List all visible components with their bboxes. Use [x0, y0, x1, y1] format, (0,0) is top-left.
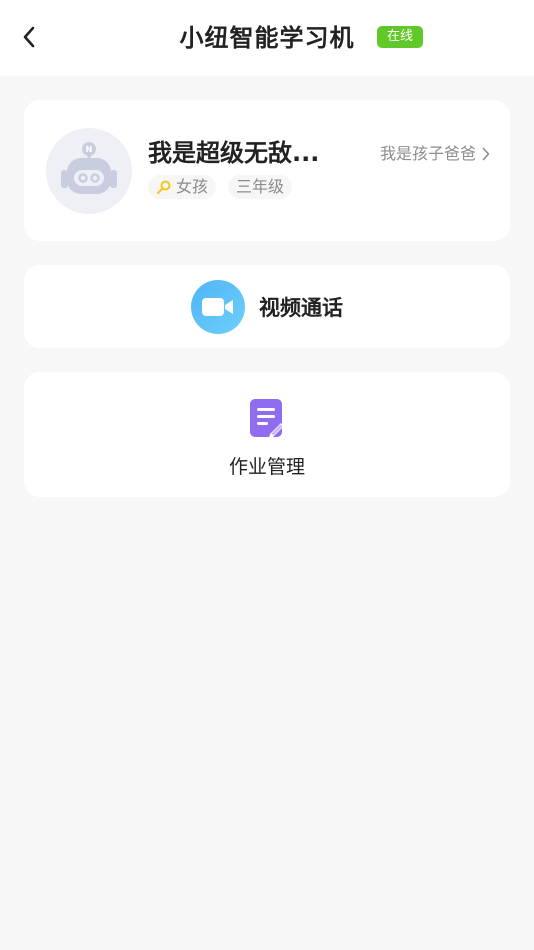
child-name: 我是超级无敌... — [148, 139, 320, 167]
grade-label: 三年级 — [236, 177, 285, 196]
child-profile-card[interactable]: N 我是超级无敌... 我是孩子爸爸 女孩 三年级 — [24, 100, 510, 241]
robot-icon: N — [61, 142, 117, 194]
homework-label: 作业管理 — [228, 456, 305, 478]
grade-tag: 三年级 — [228, 175, 293, 199]
top-bar: 小纽智能学习机 在线 — [0, 0, 534, 76]
female-icon — [157, 180, 171, 194]
relation-link[interactable]: 我是孩子爸爸 — [380, 142, 490, 166]
document-edit-icon — [250, 399, 284, 438]
chevron-right-icon — [482, 147, 490, 161]
video-camera-icon — [191, 279, 245, 334]
video-call-card[interactable]: 视频通话 — [24, 265, 510, 348]
online-status-badge: 在线 — [377, 26, 423, 48]
homework-card[interactable]: 作业管理 — [24, 372, 510, 497]
avatar: N — [46, 128, 132, 214]
video-call-label: 视频通话 — [259, 295, 343, 320]
page-title: 小纽智能学习机 — [179, 24, 355, 52]
gender-label: 女孩 — [176, 177, 209, 196]
svg-text:N: N — [86, 145, 93, 154]
relation-label: 我是孩子爸爸 — [379, 144, 476, 163]
gender-tag: 女孩 — [148, 175, 217, 199]
